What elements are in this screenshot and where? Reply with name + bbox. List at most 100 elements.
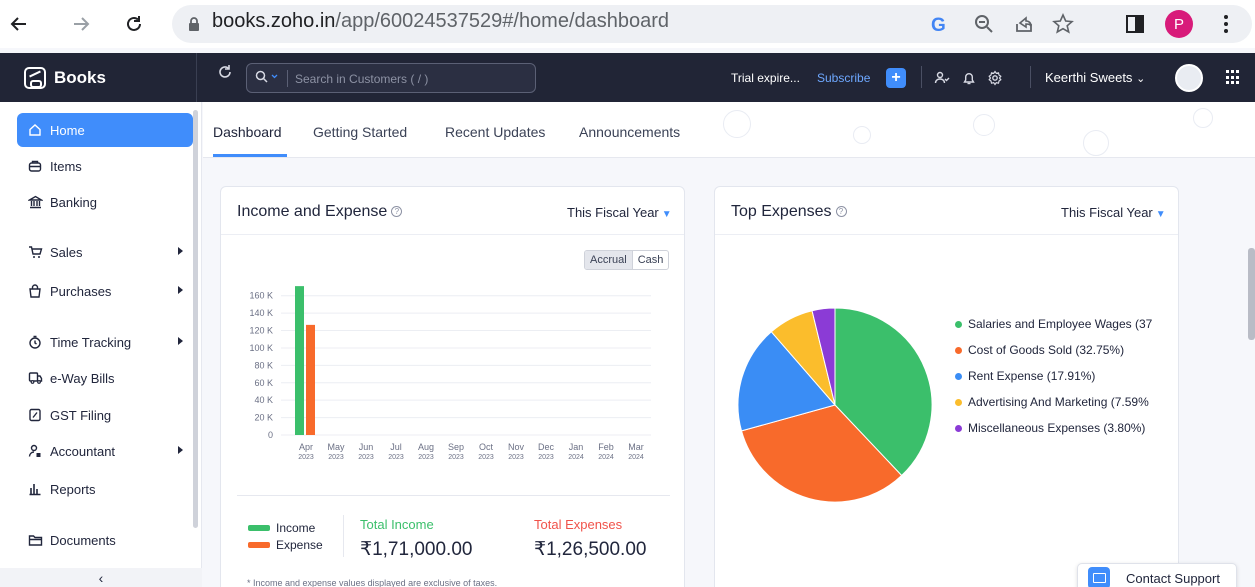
url-text[interactable]: books.zoho.in/app/60024537529#/home/dash… [212, 10, 669, 33]
sidebar-item-accountant[interactable]: Accountant [17, 434, 193, 468]
income-expense-chart: 0 20 K 40 K 60 K 80 K 100 K 120 K 140 K 160 K Apr… [249, 286, 651, 461]
x-tick-month: Dec [538, 442, 555, 452]
tab-dashboard[interactable]: Dashboard [213, 124, 282, 140]
expand-arrow-icon[interactable] [178, 446, 183, 454]
gear-icon[interactable] [985, 68, 1005, 88]
total-expense-value: ₹1,26,500.00 [534, 539, 647, 560]
sidebar-scrollbar[interactable] [193, 110, 198, 528]
expand-arrow-icon[interactable] [178, 247, 183, 255]
lock-icon[interactable] [180, 10, 208, 38]
search-input[interactable] [295, 70, 525, 88]
sidebar-item-label: e-Way Bills [50, 370, 115, 386]
chevron-down-icon [271, 74, 278, 79]
quick-create-button[interactable]: + [886, 68, 906, 88]
reports-icon [26, 480, 44, 498]
tab-recent-updates[interactable]: Recent Updates [445, 124, 545, 140]
pie-legend-item[interactable]: Cost of Goods Sold (32.75%) [955, 343, 1124, 357]
cash-option[interactable]: Cash [633, 251, 669, 269]
star-icon[interactable] [1049, 10, 1077, 38]
tab-getting-started[interactable]: Getting Started [313, 124, 407, 140]
sidebar-item-home[interactable]: Home [17, 113, 193, 147]
contact-support-label: Contact Support [1126, 570, 1220, 586]
help-icon[interactable]: ? [835, 206, 847, 217]
decorative-pattern [1083, 130, 1109, 156]
sidebar-item-reports[interactable]: Reports [17, 472, 193, 506]
search-icon[interactable] [255, 70, 278, 83]
sidebar-item-gst-filing[interactable]: GST Filing [17, 398, 193, 432]
tab-announcements[interactable]: Announcements [579, 124, 680, 140]
period-dropdown[interactable]: This Fiscal Year ▼ [567, 205, 672, 220]
sidebar-item-label: Purchases [50, 283, 112, 299]
sidebar-item-documents[interactable]: Documents [17, 523, 193, 557]
legend-dot [955, 346, 962, 354]
decorative-pattern [853, 126, 871, 144]
expand-arrow-icon[interactable] [178, 286, 183, 294]
x-tick-year: 2023 [328, 454, 344, 461]
x-tick-month: May [327, 442, 345, 452]
sidebar-item-banking[interactable]: Banking [17, 185, 193, 219]
sidebar-item-eway-bills[interactable]: e-Way Bills [17, 361, 193, 395]
chevron-left-icon: ‹ [98, 569, 104, 586]
pie-legend-item[interactable]: Advertising And Marketing (7.59% [955, 395, 1149, 409]
share-icon[interactable] [1010, 10, 1038, 38]
x-tick-year: 2024 [568, 454, 584, 461]
user-avatar[interactable] [1175, 64, 1203, 92]
expand-arrow-icon[interactable] [178, 337, 183, 345]
pie-legend-item[interactable]: Miscellaneous Expenses (3.80%) [955, 421, 1145, 435]
legend-dot [955, 398, 962, 406]
sidebar-item-items[interactable]: Items [17, 149, 193, 183]
sidebar-item-purchases[interactable]: Purchases [17, 274, 193, 308]
tax-footnote: * Income and expense values displayed ar… [247, 578, 498, 587]
pie-legend-item[interactable]: Rent Expense (17.91%) [955, 369, 1095, 383]
search-box[interactable] [246, 63, 536, 93]
legend-dot [955, 320, 962, 328]
subscribe-link[interactable]: Subscribe [817, 71, 870, 85]
x-tick-month: Feb [598, 442, 614, 452]
google-icon[interactable]: G [925, 10, 953, 38]
pie-legend-item[interactable]: Salaries and Employee Wages (37 [955, 317, 1152, 331]
brand-name: Books [54, 68, 106, 87]
legend-label: Rent Expense (17.91%) [968, 369, 1096, 383]
income-bar[interactable] [295, 286, 304, 435]
browser-menu-icon[interactable] [1212, 10, 1240, 38]
browser-profile-avatar[interactable]: P [1165, 10, 1193, 38]
contact-support-button[interactable]: Contact Support [1077, 563, 1237, 587]
legend-income: Income [248, 521, 315, 535]
svg-text:G: G [931, 15, 946, 35]
sidepanel-icon[interactable] [1121, 10, 1149, 38]
help-icon[interactable]: ? [391, 206, 403, 217]
legend-label: Miscellaneous Expenses (3.80%) [968, 421, 1146, 435]
books-logo-icon [24, 67, 46, 89]
back-arrow-icon[interactable] [4, 9, 34, 39]
y-tick-label: 0 [268, 430, 273, 440]
y-tick-label: 60 K [254, 378, 273, 388]
organization-switcher[interactable]: Keerthi Sweets ⌄ [1045, 70, 1145, 85]
apps-grid-icon[interactable] [1226, 70, 1241, 85]
page-scrollbar[interactable] [1248, 248, 1255, 340]
reload-icon[interactable] [119, 9, 149, 39]
users-icon[interactable] [932, 68, 952, 88]
y-tick-label: 40 K [254, 395, 273, 405]
period-dropdown[interactable]: This Fiscal Year ▼ [1061, 205, 1166, 220]
zoom-icon[interactable] [970, 10, 998, 38]
x-tick-month: Oct [479, 442, 494, 452]
brand-logo[interactable]: Books [24, 67, 106, 89]
legend-label: Cost of Goods Sold (32.75%) [968, 343, 1125, 357]
decorative-pattern [1193, 108, 1213, 128]
refresh-icon[interactable] [217, 64, 233, 85]
pie-legend: Salaries and Employee Wages (37 Cost of G… [955, 317, 1177, 437]
sidebar-collapse-button[interactable]: ‹ [0, 568, 202, 587]
accrual-option[interactable]: Accrual [585, 251, 633, 269]
sidebar-item-time-tracking[interactable]: Time Tracking [17, 325, 193, 359]
accountant-icon [26, 442, 44, 460]
forward-arrow-icon[interactable] [66, 9, 96, 39]
expense-bar[interactable] [306, 324, 315, 435]
summary-divider [237, 495, 670, 496]
header-divider [1030, 66, 1031, 88]
x-tick-year: 2023 [538, 454, 554, 461]
chevron-down-icon: ▼ [661, 209, 672, 220]
x-tick-year: 2023 [358, 454, 374, 461]
bell-icon[interactable] [959, 68, 979, 88]
sidebar-item-sales[interactable]: Sales [17, 235, 193, 269]
folder-icon [26, 531, 44, 549]
